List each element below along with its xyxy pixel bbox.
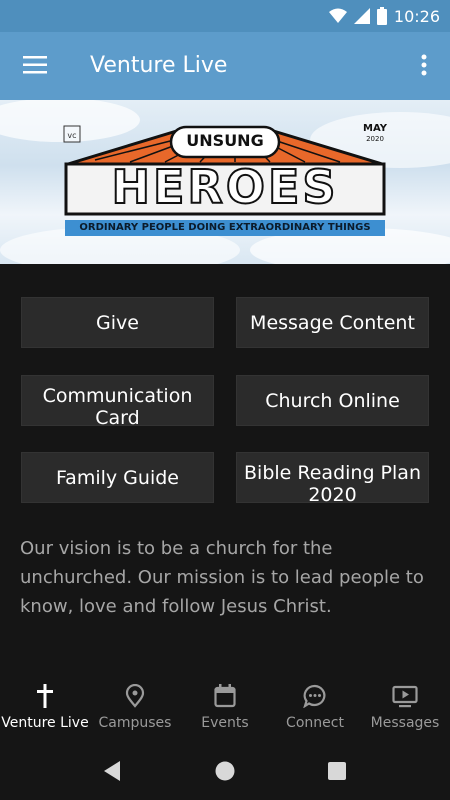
nav-label: Events xyxy=(201,715,249,731)
banner-tagline: ORDINARY PEOPLE DOING EXTRAORDINARY THIN… xyxy=(65,220,385,236)
nav-item-venture-live[interactable]: Venture Live xyxy=(0,672,90,740)
video-play-icon xyxy=(392,683,418,709)
overflow-menu-button[interactable] xyxy=(404,42,444,88)
banner-badge: UNSUNG xyxy=(186,131,264,150)
location-pin-icon xyxy=(122,683,148,709)
church-online-button[interactable]: Church Online xyxy=(236,375,429,426)
nav-label: Campuses xyxy=(98,715,172,731)
recents-square-icon xyxy=(328,762,346,780)
tile-label: Bible Reading Plan 2020 xyxy=(244,462,421,503)
vision-statement: Our vision is to be a church for the unc… xyxy=(20,538,424,617)
system-navigation-bar xyxy=(0,740,450,800)
family-guide-button[interactable]: Family Guide xyxy=(21,452,214,503)
home-button[interactable] xyxy=(212,758,238,784)
nav-item-events[interactable]: Events xyxy=(180,672,270,740)
message-content-button[interactable]: Message Content xyxy=(236,297,429,348)
back-button[interactable] xyxy=(99,758,125,784)
recents-button[interactable] xyxy=(324,758,350,784)
hamburger-menu-icon xyxy=(23,56,47,74)
nav-item-messages[interactable]: Messages xyxy=(360,672,450,740)
bottom-navigation: Venture Live Campuses Events Connect Mes… xyxy=(0,672,450,740)
tile-label: Give xyxy=(96,311,139,334)
wifi-icon xyxy=(328,8,347,23)
nav-label: Messages xyxy=(370,715,440,731)
nav-label: Venture Live xyxy=(1,715,89,731)
tile-label: Family Guide xyxy=(56,466,179,489)
cell-signal-icon xyxy=(353,8,370,24)
battery-icon xyxy=(376,7,387,25)
tile-label: Communication Card xyxy=(42,385,193,426)
svg-text:vc: vc xyxy=(67,131,76,140)
status-time: 10:26 xyxy=(393,6,440,26)
nav-item-connect[interactable]: Connect xyxy=(270,672,360,740)
more-vertical-icon xyxy=(421,54,427,76)
banner-month: MAY xyxy=(363,123,387,134)
calendar-icon xyxy=(212,683,238,709)
bible-reading-plan-button[interactable]: Bible Reading Plan 2020 xyxy=(236,452,429,503)
cross-icon xyxy=(32,683,58,709)
hero-banner[interactable]: vc UNSUNG MAY 2020 HEROES ORDINARY PEOPL… xyxy=(0,100,450,264)
status-bar: 10:26 xyxy=(0,0,450,32)
tile-label: Message Content xyxy=(250,311,415,334)
tile-label: Church Online xyxy=(265,389,400,412)
banner-year: 2020 xyxy=(366,135,384,143)
app-bar: Venture Live xyxy=(0,32,450,100)
status-icons: 10:26 xyxy=(328,0,440,32)
home-circle-icon xyxy=(215,761,235,781)
nav-label: Connect xyxy=(286,715,344,731)
page-title: Venture Live xyxy=(90,53,228,78)
menu-button[interactable] xyxy=(12,42,58,88)
banner-headline: HEROES xyxy=(111,159,339,215)
communication-card-button[interactable]: Communication Card xyxy=(21,375,214,426)
back-triangle-icon xyxy=(104,761,120,781)
chat-bubble-icon xyxy=(302,683,328,709)
give-button[interactable]: Give xyxy=(21,297,214,348)
nav-item-campuses[interactable]: Campuses xyxy=(90,672,180,740)
